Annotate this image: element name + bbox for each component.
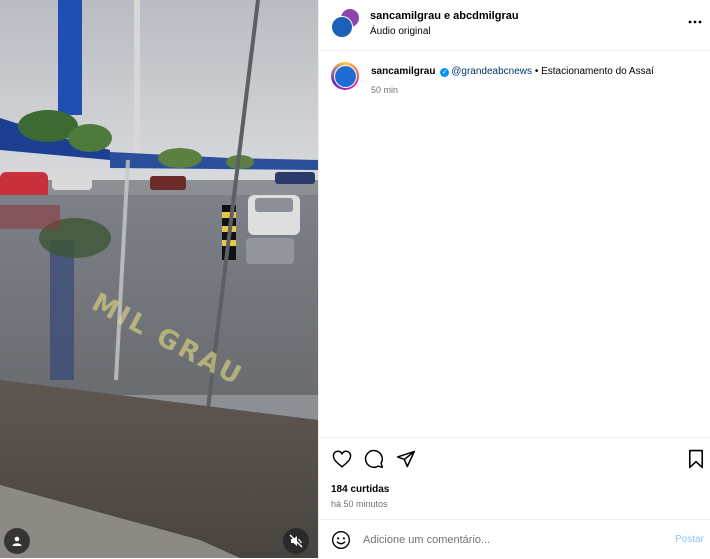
caption-body: • Estacionamento do Assaí — [534, 66, 654, 77]
caption-section: sancamilgrau ✓ @grandeabcnews • Estaciona… — [319, 52, 710, 437]
mention-link[interactable]: @grandeabcnews — [451, 66, 532, 77]
collab-usernames: sancamilgrau e abcdmilgrau — [370, 10, 519, 22]
like-button[interactable] — [331, 448, 353, 470]
save-button[interactable] — [685, 448, 707, 470]
more-options-button[interactable] — [687, 14, 703, 30]
comment-input[interactable] — [363, 530, 663, 550]
username-link[interactable]: abcdmilgrau — [453, 10, 518, 22]
emoji-icon — [332, 531, 350, 549]
user-icon — [12, 536, 22, 546]
avatar — [331, 16, 353, 38]
audio-link[interactable]: Áudio original — [370, 26, 431, 37]
caption-text: sancamilgrau ✓ @grandeabcnews • Estaciona… — [371, 66, 654, 77]
more-icon — [688, 20, 702, 24]
actions-section: 184 curtidas há 50 minutos — [319, 437, 710, 520]
likes-count[interactable]: 184 curtidas — [331, 484, 389, 495]
joiner-text: e — [443, 10, 451, 22]
bookmark-icon — [688, 449, 704, 469]
share-icon — [396, 450, 416, 468]
emoji-button[interactable] — [331, 530, 351, 550]
caption-timestamp: 50 min — [371, 85, 399, 95]
avatar[interactable] — [331, 62, 359, 90]
comment-bar: Postar — [319, 519, 710, 559]
collab-avatars[interactable] — [331, 8, 361, 38]
username-link[interactable]: sancamilgrau — [370, 10, 441, 22]
post-details-panel: sancamilgrau e abcdmilgrau Áudio origina… — [318, 0, 710, 558]
post-header: sancamilgrau e abcdmilgrau Áudio origina… — [319, 0, 710, 51]
mute-button[interactable] — [283, 528, 309, 554]
heart-icon — [332, 450, 352, 468]
comment-icon — [364, 449, 384, 469]
verified-icon: ✓ — [440, 68, 450, 77]
post-comment-button[interactable]: Postar — [675, 534, 704, 545]
caption-username[interactable]: sancamilgrau — [371, 66, 435, 77]
post-view: MIL GRAU sancamilgrau e abcdmilgrau Áudi… — [0, 0, 710, 558]
share-button[interactable] — [395, 448, 417, 470]
mute-icon — [289, 534, 303, 548]
comment-button[interactable] — [363, 448, 385, 470]
tagged-users-button[interactable] — [4, 528, 30, 554]
posted-time: há 50 minutos — [331, 499, 388, 509]
post-media-video[interactable]: MIL GRAU — [0, 0, 318, 558]
flooded-parking-lot-scene — [0, 0, 318, 558]
